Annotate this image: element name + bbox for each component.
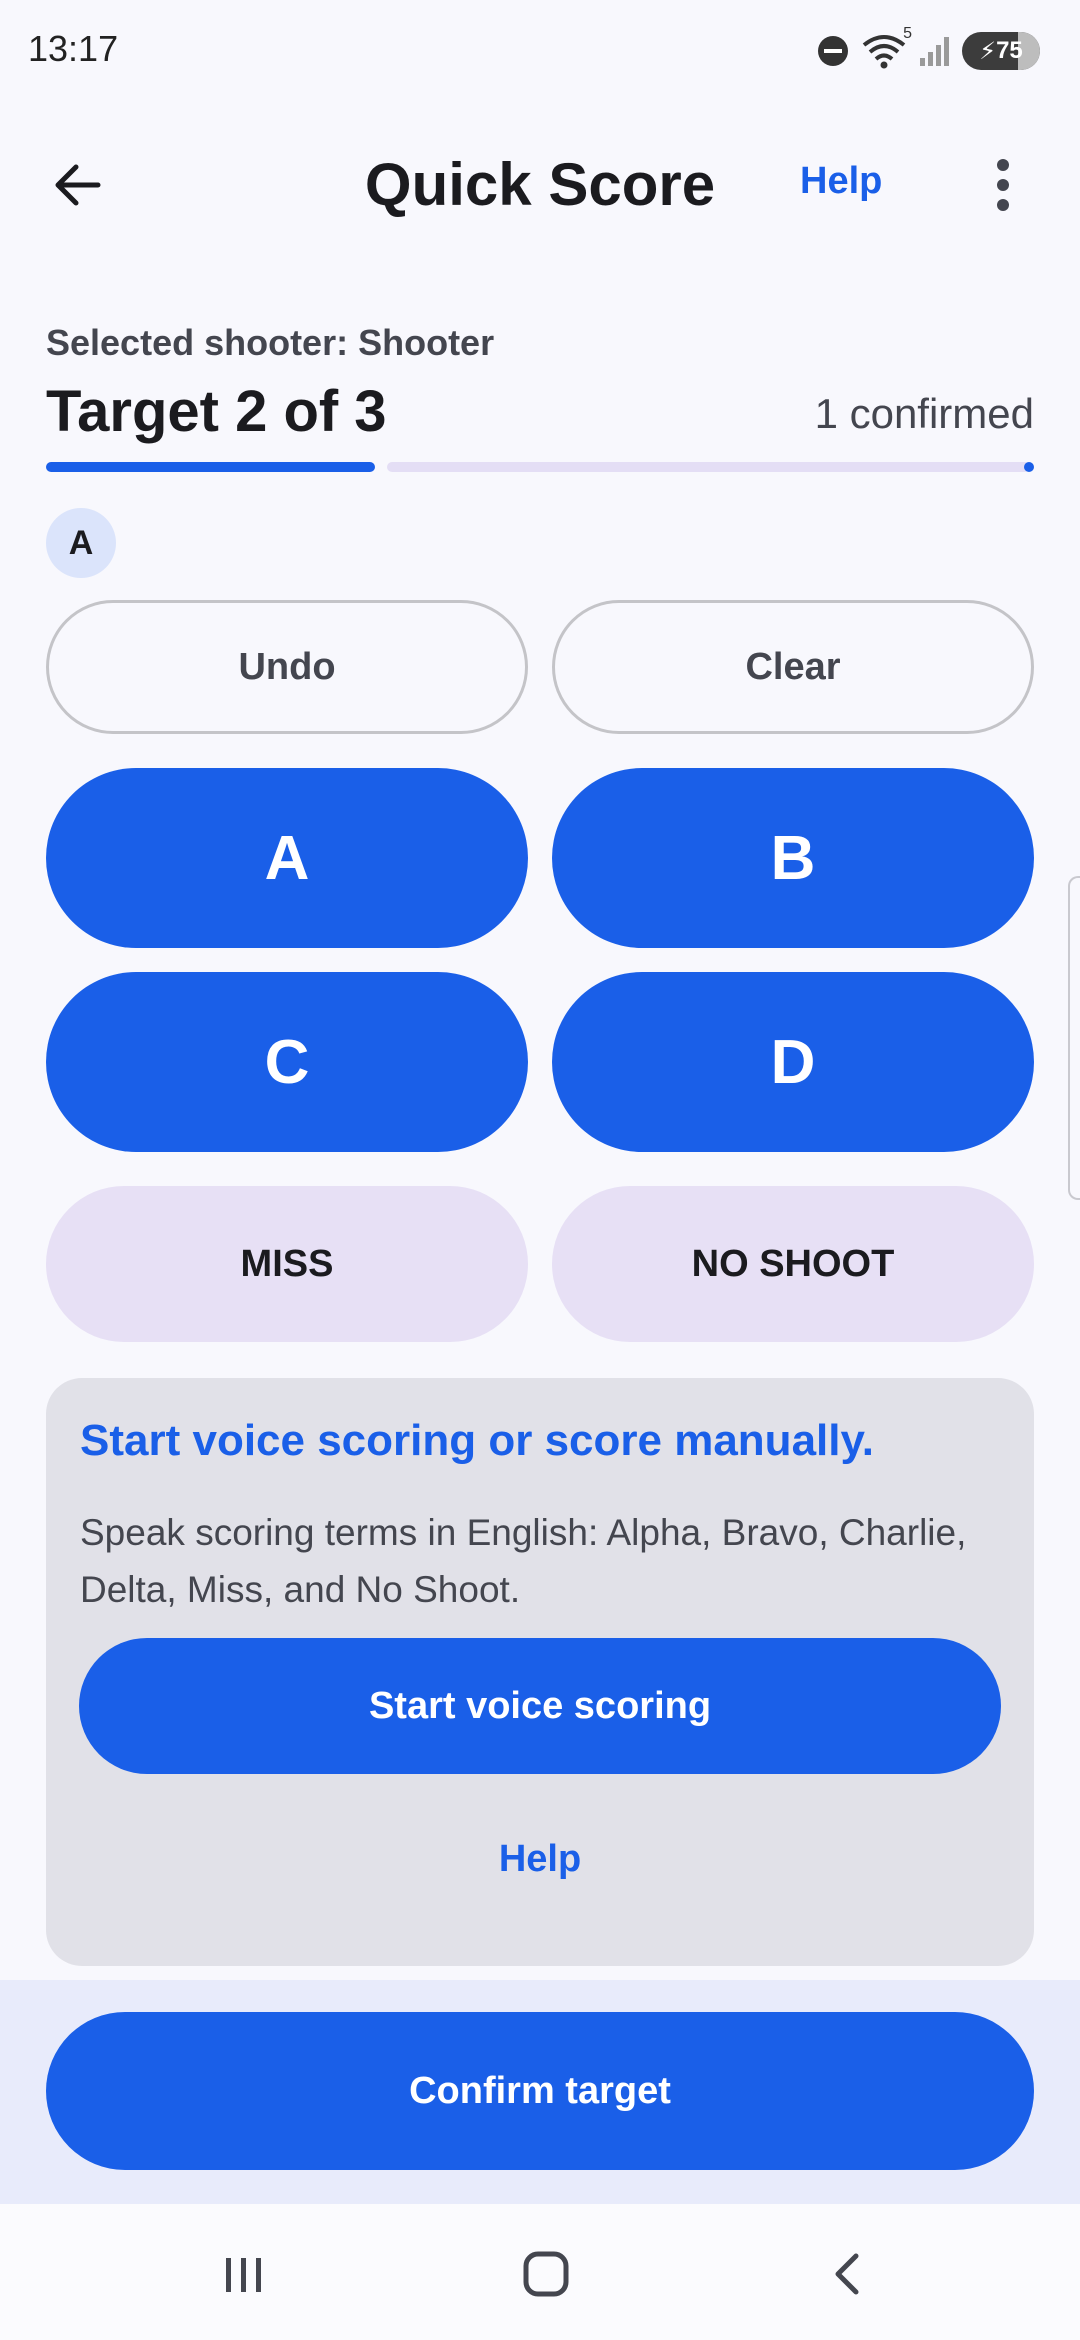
edge-panel-handle[interactable]: [1068, 876, 1080, 1200]
system-back-button[interactable]: [808, 2234, 888, 2314]
recent-apps-button[interactable]: [204, 2234, 284, 2314]
wifi-icon: 5: [860, 25, 912, 71]
app-bar: Quick Score Help: [0, 110, 1080, 260]
home-button[interactable]: [506, 2234, 586, 2314]
target-progress-bar: [46, 462, 1034, 472]
voice-card-description: Speak scoring terms in English: Alpha, B…: [80, 1512, 967, 1610]
recent-apps-icon: [226, 2258, 261, 2292]
help-button[interactable]: Help: [800, 160, 882, 203]
chevron-left-icon: [835, 2253, 859, 2295]
cell-signal-icon: [920, 37, 949, 66]
zone-c-button[interactable]: C: [46, 972, 528, 1152]
battery-icon: ⚡ 75: [962, 32, 1040, 70]
arrow-left-icon: [55, 164, 101, 206]
clear-button[interactable]: Clear: [552, 600, 1034, 734]
zone-a-button[interactable]: A: [46, 768, 528, 948]
status-icons: 5 ⚡ 75: [816, 25, 1040, 72]
zone-b-button[interactable]: B: [552, 768, 1034, 948]
target-title: Target 2 of 3: [46, 379, 387, 444]
back-button[interactable]: [38, 145, 118, 225]
confirmed-count: 1 confirmed: [814, 390, 1034, 437]
hit-chip: A: [46, 508, 116, 578]
battery-level: 75: [996, 37, 1023, 64]
progress-fill: [46, 462, 375, 472]
selected-shooter-label: Selected shooter: Shooter: [46, 322, 495, 363]
miss-button[interactable]: MISS: [46, 1186, 528, 1342]
status-time: 13:17: [28, 28, 119, 69]
zone-d-button[interactable]: D: [552, 972, 1034, 1152]
status-bar: 13:17 5 ⚡ 75: [0, 0, 1080, 100]
undo-button[interactable]: Undo: [46, 600, 528, 734]
progress-end-dot: [1024, 462, 1034, 472]
voice-card-title: Start voice scoring or score manually.: [80, 1416, 874, 1465]
voice-scoring-card: Start voice scoring or score manually. S…: [46, 1378, 1034, 1966]
progress-remaining: [387, 462, 1030, 472]
start-voice-scoring-button[interactable]: Start voice scoring: [79, 1638, 1001, 1774]
system-navigation-bar: [0, 2204, 1080, 2340]
more-options-button[interactable]: [968, 150, 1038, 220]
confirm-target-button[interactable]: Confirm target: [46, 2012, 1034, 2170]
voice-help-button[interactable]: Help: [46, 1838, 1034, 1881]
do-not-disturb-icon: [818, 36, 848, 66]
no-shoot-button[interactable]: NO SHOOT: [552, 1186, 1034, 1342]
more-vert-icon: [997, 159, 1009, 211]
bottom-action-bar: Confirm target: [0, 1980, 1080, 2204]
page-title: Quick Score: [364, 151, 716, 218]
wifi-badge: 5: [903, 25, 912, 42]
home-icon: [523, 2251, 569, 2297]
